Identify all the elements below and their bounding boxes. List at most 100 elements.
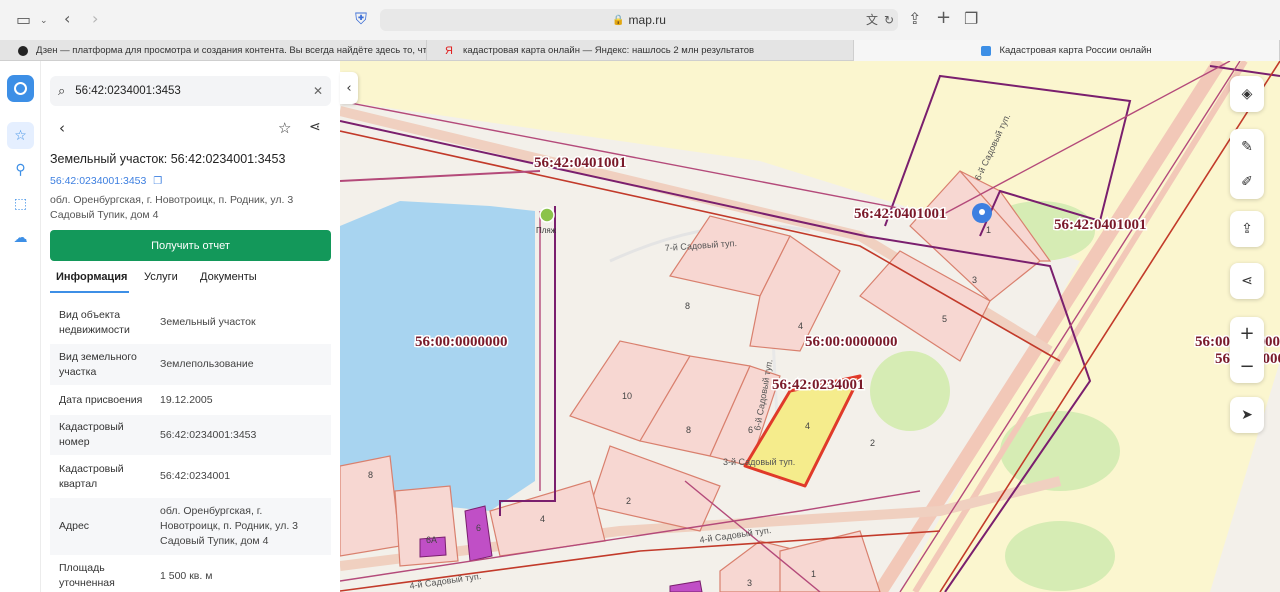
zoom-in-icon[interactable]: + (1239, 323, 1254, 344)
yandex-favicon-icon: Я (445, 44, 453, 57)
share-control[interactable]: ⋖ (1230, 263, 1264, 299)
new-tab-icon[interactable]: + (936, 9, 951, 27)
green-area (870, 351, 950, 431)
building (464, 505, 493, 562)
cadastral-link[interactable]: 56:42:0234001:3453 ❐ (50, 175, 162, 187)
get-report-button[interactable]: Получить отчет (50, 230, 331, 261)
chevron-left-icon[interactable]: ‹ (346, 81, 351, 96)
back-icon[interactable]: ‹ (64, 11, 70, 27)
active-tab-underline (50, 291, 129, 293)
search-icon: ⌕ (58, 83, 66, 99)
tab-overview-icon[interactable]: ❐ (964, 11, 978, 27)
table-row: Адрес обл. Оренбургская, г. Новотроицк, … (50, 498, 331, 555)
plot-number: 8 (368, 470, 373, 480)
plot-number: 6 (748, 425, 753, 435)
beach-poi-icon[interactable]: Пляж (536, 207, 557, 235)
tab-label: кадастровая карта онлайн — Яндекс: нашло… (463, 45, 755, 56)
row-value: 1 500 кв. м (160, 569, 213, 582)
upload-cloud-icon[interactable]: ⇪ (1241, 221, 1253, 237)
search-box[interactable]: ⌕ ✕ (50, 76, 331, 106)
copy-icon[interactable]: ❐ (153, 176, 162, 187)
panel-tabs: Информация Услуги Документы (50, 266, 331, 293)
boundary-line (340, 170, 541, 182)
plot-number: 3 (972, 275, 977, 285)
quarter-label: 56:42:0401001 (534, 155, 627, 171)
sidebar-toggle-icon[interactable]: ▭ (16, 12, 31, 28)
route-icon[interactable]: ⚲ (7, 156, 34, 183)
share-icon[interactable]: ⋖ (1241, 273, 1253, 289)
street-label: 4-й Садовый туп. (409, 571, 482, 591)
row-key: Кадастровый квартал (59, 462, 124, 490)
row-value: 19.12.2005 (160, 393, 213, 406)
row-value: Земельный участок (160, 316, 256, 328)
dzen-favicon-icon (18, 45, 28, 56)
plot-number: 8 (685, 301, 690, 311)
favorite-star-icon[interactable]: ☆ (278, 119, 291, 137)
info-table: Вид объекта недвижимости Земельный участ… (50, 301, 331, 592)
row-key: Вид земельного участка (59, 350, 137, 378)
location-pin-icon[interactable] (972, 203, 992, 223)
tab-cadastral-map[interactable]: Кадастровая карта России онлайн (854, 40, 1280, 61)
zoom-out-icon[interactable]: − (1239, 356, 1254, 377)
address-bar[interactable]: 🔒 map.ru (380, 9, 898, 31)
back-icon[interactable]: ‹ (59, 119, 65, 137)
clear-icon[interactable]: ✕ (313, 84, 323, 98)
tab-information[interactable]: Информация (56, 271, 127, 283)
plot-2 (589, 445, 721, 532)
table-row: Вид объекта недвижимости Земельный участ… (50, 301, 331, 344)
quarter-label: 56:42:0401001 (854, 206, 947, 222)
plot-number: 4 (805, 421, 810, 431)
locate-control[interactable]: ➤ (1230, 397, 1264, 433)
street-label: 3-й Садовый туп. (723, 457, 795, 467)
translate-icon[interactable]: 文 (866, 12, 878, 28)
plot-number: 6А (426, 535, 437, 545)
shield-icon[interactable]: ⛨ (355, 11, 367, 27)
row-value: обл. Оренбургская, г. Новотроицк, п. Род… (160, 505, 298, 547)
upload-control[interactable]: ⇪ (1230, 211, 1264, 247)
zoom-control[interactable]: + − (1230, 317, 1264, 383)
plot-number: 1 (811, 569, 816, 579)
forward-icon[interactable]: › (92, 11, 98, 27)
favorites-star-icon[interactable]: ☆ (7, 122, 34, 149)
cadastral-map[interactable]: Пляж 56:42:0401001 56:42:0401001 56:42:0… (340, 61, 1280, 592)
row-key: Вид объекта недвижимости (59, 308, 130, 336)
plot-number: 10 (622, 391, 632, 401)
search-input[interactable] (75, 85, 296, 97)
tab-documents[interactable]: Документы (200, 271, 257, 283)
share-icon[interactable]: ⋖ (309, 119, 321, 135)
plot-number: 2 (626, 496, 631, 506)
quarter-label: 56:42:0234001 (772, 377, 865, 393)
tools-control[interactable]: ✎ ✐ (1230, 129, 1264, 199)
ruler-icon[interactable]: ✎ (1241, 139, 1253, 155)
select-area-icon[interactable]: ⬚ (7, 190, 34, 217)
table-row: Дата присвоения 19.12.2005 (50, 385, 331, 415)
map-canvas[interactable]: Пляж 56:42:0401001 56:42:0401001 56:42:0… (340, 61, 1280, 592)
layers-control[interactable]: ◈ (1230, 76, 1264, 112)
plot-number: 2 (870, 438, 875, 448)
row-value: 56:42:0234001 (160, 470, 231, 482)
edit-icon[interactable]: ✐ (1241, 174, 1253, 190)
browser-toolbar: ▭ ⌄ ‹ › ⛨ 🔒 map.ru 文 ↻ ⇪ + ❐ (0, 0, 1280, 40)
cloud-icon[interactable]: ☁ (7, 224, 34, 251)
row-value: 56:42:0234001:3453 (160, 428, 257, 441)
row-key: Адрес (59, 520, 90, 532)
tab-services[interactable]: Услуги (144, 271, 178, 283)
collapse-panel-button[interactable]: ‹ (340, 72, 358, 104)
chevron-down-icon[interactable]: ⌄ (40, 13, 48, 29)
row-key: Кадастровый номер (59, 421, 124, 448)
plot-number: 5 (942, 314, 947, 324)
left-rail: ☆ ⚲ ⬚ ☁ (0, 61, 41, 592)
address-text: обл. Оренбургская, г. Новотроицк, п. Род… (50, 194, 294, 221)
app-logo-icon[interactable] (7, 75, 34, 102)
navigation-arrow-icon[interactable]: ➤ (1241, 407, 1253, 423)
tab-yandex[interactable]: Я кадастровая карта онлайн — Яндекс: наш… (427, 40, 854, 61)
plot-number: 3 (747, 578, 752, 588)
share-icon[interactable]: ⇪ (908, 11, 921, 27)
row-key: Площадь уточненная (59, 562, 115, 589)
poi-label: Пляж (536, 226, 557, 235)
layers-icon[interactable]: ◈ (1242, 86, 1253, 102)
page-title: Земельный участок: 56:42:0234001:3453 (50, 152, 286, 166)
reload-icon[interactable]: ↻ (884, 12, 894, 28)
tab-bar: Дзен — платформа для просмотра и создани… (0, 40, 1280, 61)
tab-dzen[interactable]: Дзен — платформа для просмотра и создани… (0, 40, 427, 61)
